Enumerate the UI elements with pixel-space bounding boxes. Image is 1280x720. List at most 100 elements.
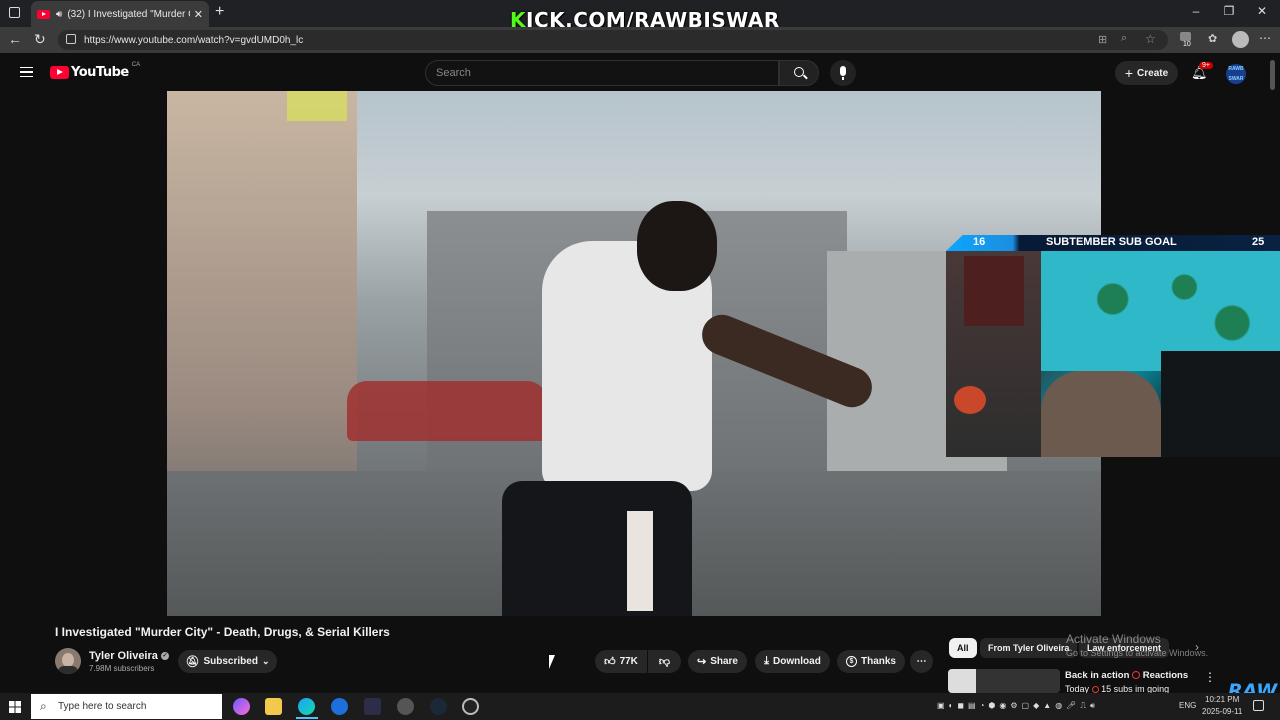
tray-icons[interactable]: ▣◐◼▤◔⬢◉⚙▢◆▲◍🎤︎⎍🔊︎: [937, 701, 1099, 711]
copilot-icon[interactable]: [233, 698, 250, 715]
taskbar-active-indicator: [296, 717, 318, 719]
create-label: Create: [1137, 67, 1169, 79]
profile-avatar[interactable]: [1232, 31, 1249, 48]
rec-title-text: Back in action: [1065, 670, 1130, 681]
windows-taskbar: Type here to search ⌕ ▣◐◼▤◔⬢◉⚙▢◆▲◍🎤︎⎍🔊︎ …: [0, 693, 1280, 720]
extensions-icon[interactable]: [1180, 32, 1191, 41]
share-button[interactable]: ↪ Share: [688, 650, 747, 673]
rec-title-suffix: Reactions: [1142, 670, 1189, 681]
search-button[interactable]: [779, 60, 819, 86]
tab-actions-icon[interactable]: [9, 7, 20, 18]
share-label: Share: [710, 656, 738, 667]
mouse-cursor-icon: [549, 655, 561, 669]
speaker-icon[interactable]: 🔊︎: [56, 9, 62, 20]
tab-close-icon[interactable]: ✕: [194, 8, 203, 21]
thumbs-down-icon: 👎︎: [658, 656, 671, 668]
notification-badge: 9+: [1199, 62, 1213, 69]
browser-tab[interactable]: 🔊︎ (32) I Investigated "Murder C ✕: [31, 1, 209, 27]
cam-person: [1041, 371, 1161, 457]
video-sign: [287, 91, 347, 121]
sub-goal-target: 25: [1252, 236, 1265, 248]
subscribed-button[interactable]: 🔕︎ Subscribed ⌄: [178, 650, 277, 673]
chevron-down-icon: ⌄: [261, 656, 270, 666]
create-button[interactable]: + Create: [1115, 61, 1178, 85]
new-tab-button[interactable]: +: [215, 3, 224, 21]
cam-pumpkin: [954, 386, 986, 414]
voice-search-button[interactable]: [830, 60, 856, 86]
more-horizontal-icon: ⋯: [916, 656, 927, 667]
back-icon[interactable]: ←: [8, 31, 22, 47]
address-bar-row: ← ↻ https://www.youtube.com/watch?v=gvdU…: [0, 27, 1280, 53]
cam-shadow: [1161, 351, 1280, 457]
recommendation-menu-icon[interactable]: ⋮: [1204, 670, 1216, 684]
video-person-legs: [502, 481, 692, 616]
plus-icon: +: [1124, 65, 1134, 81]
photos-app-icon[interactable]: [331, 698, 348, 715]
watermark-subtitle: Go to Settings to activate Windows.: [1066, 648, 1209, 658]
verified-icon: ✓: [160, 652, 169, 661]
maximize-button[interactable]: ❐: [1219, 4, 1239, 18]
chip-all[interactable]: All: [949, 638, 977, 658]
download-label: Download: [773, 656, 821, 667]
subscribed-label: Subscribed: [203, 656, 258, 667]
hamburger-menu-icon[interactable]: [20, 67, 33, 77]
account-avatar[interactable]: RAWB SWAR: [1226, 64, 1246, 84]
download-icon: ⤓: [764, 655, 770, 667]
search-input[interactable]: Search: [425, 60, 779, 86]
red-circle-icon: [1132, 671, 1141, 680]
share-arrow-icon: ↪: [696, 656, 707, 668]
notification-center-icon[interactable]: [1253, 700, 1264, 711]
video-person-head: [637, 201, 717, 291]
recommendation-title[interactable]: Back in action Reactions: [1065, 670, 1188, 681]
edge-browser-icon[interactable]: [298, 698, 315, 715]
clock-time[interactable]: 10:21 PM: [1205, 695, 1239, 704]
cam-poster: [964, 256, 1024, 326]
thanks-button[interactable]: $ Thanks: [837, 650, 905, 673]
youtube-logo[interactable]: YouTube CA: [50, 61, 141, 80]
obs-studio-icon[interactable]: [462, 698, 479, 715]
minimize-button[interactable]: –: [1186, 4, 1206, 18]
browser-menu-icon[interactable]: ⋯: [1259, 31, 1271, 45]
zoom-icon[interactable]: ⌕: [1121, 32, 1127, 45]
sub-goal-current: 16: [973, 236, 986, 248]
video-title: I Investigated "Murder City" - Death, Dr…: [55, 625, 390, 639]
super-thanks-icon: $: [845, 656, 857, 667]
url-field[interactable]: https://www.youtube.com/watch?v=gvdUMD0h…: [58, 30, 1168, 50]
favorite-star-icon[interactable]: ☆: [1145, 32, 1156, 46]
close-window-button[interactable]: ✕: [1252, 4, 1272, 18]
terminal-icon[interactable]: [364, 698, 381, 715]
youtube-header: YouTube CA Search + Create 🔔︎ 9+ RAWB SW…: [0, 55, 1280, 91]
app-available-icon[interactable]: ⊞: [1098, 33, 1107, 46]
page-scrollbar[interactable]: [1270, 60, 1275, 90]
sub-goal-bar: 16 SUBTEMBER SUB GOAL 25: [946, 235, 1280, 251]
taskbar-search-input[interactable]: Type here to search: [31, 694, 222, 719]
dislike-button[interactable]: 👎︎: [648, 650, 681, 673]
thumbs-up-icon: 👍︎: [604, 656, 616, 668]
reload-icon[interactable]: ↻: [34, 31, 46, 48]
language-indicator[interactable]: ENG: [1179, 701, 1196, 710]
video-person-pocket: [627, 511, 653, 611]
windows-start-icon[interactable]: [9, 701, 21, 713]
channel-name-text: Tyler Oliveira: [89, 650, 158, 662]
youtube-play-icon: [50, 66, 69, 79]
channel-avatar[interactable]: [55, 648, 81, 674]
youtube-wordmark: YouTube: [71, 65, 129, 80]
more-actions-button[interactable]: ⋯: [910, 650, 933, 673]
site-info-icon[interactable]: [66, 34, 76, 44]
settings-gear-icon[interactable]: [397, 698, 414, 715]
browser-extension-icon[interactable]: ✿: [1208, 32, 1217, 45]
like-button[interactable]: 👍︎ 77K: [595, 650, 647, 673]
taskbar-search-icon: ⌕: [40, 699, 47, 713]
microphone-icon: [840, 66, 846, 76]
steam-icon[interactable]: [430, 698, 447, 715]
download-button[interactable]: ⤓ Download: [755, 650, 830, 673]
youtube-favicon-icon: [37, 9, 50, 19]
clock-date[interactable]: 2025-09-11: [1202, 707, 1242, 716]
channel-name[interactable]: Tyler Oliveira ✓: [89, 650, 169, 662]
chip-from-channel[interactable]: From Tyler Oliveira: [980, 638, 1078, 658]
country-code: CA: [131, 61, 141, 68]
recommendation-thumbnail[interactable]: [948, 669, 1060, 693]
thanks-label: Thanks: [860, 656, 896, 667]
file-explorer-icon[interactable]: [265, 698, 282, 715]
tab-title: (32) I Investigated "Murder C: [67, 8, 190, 20]
